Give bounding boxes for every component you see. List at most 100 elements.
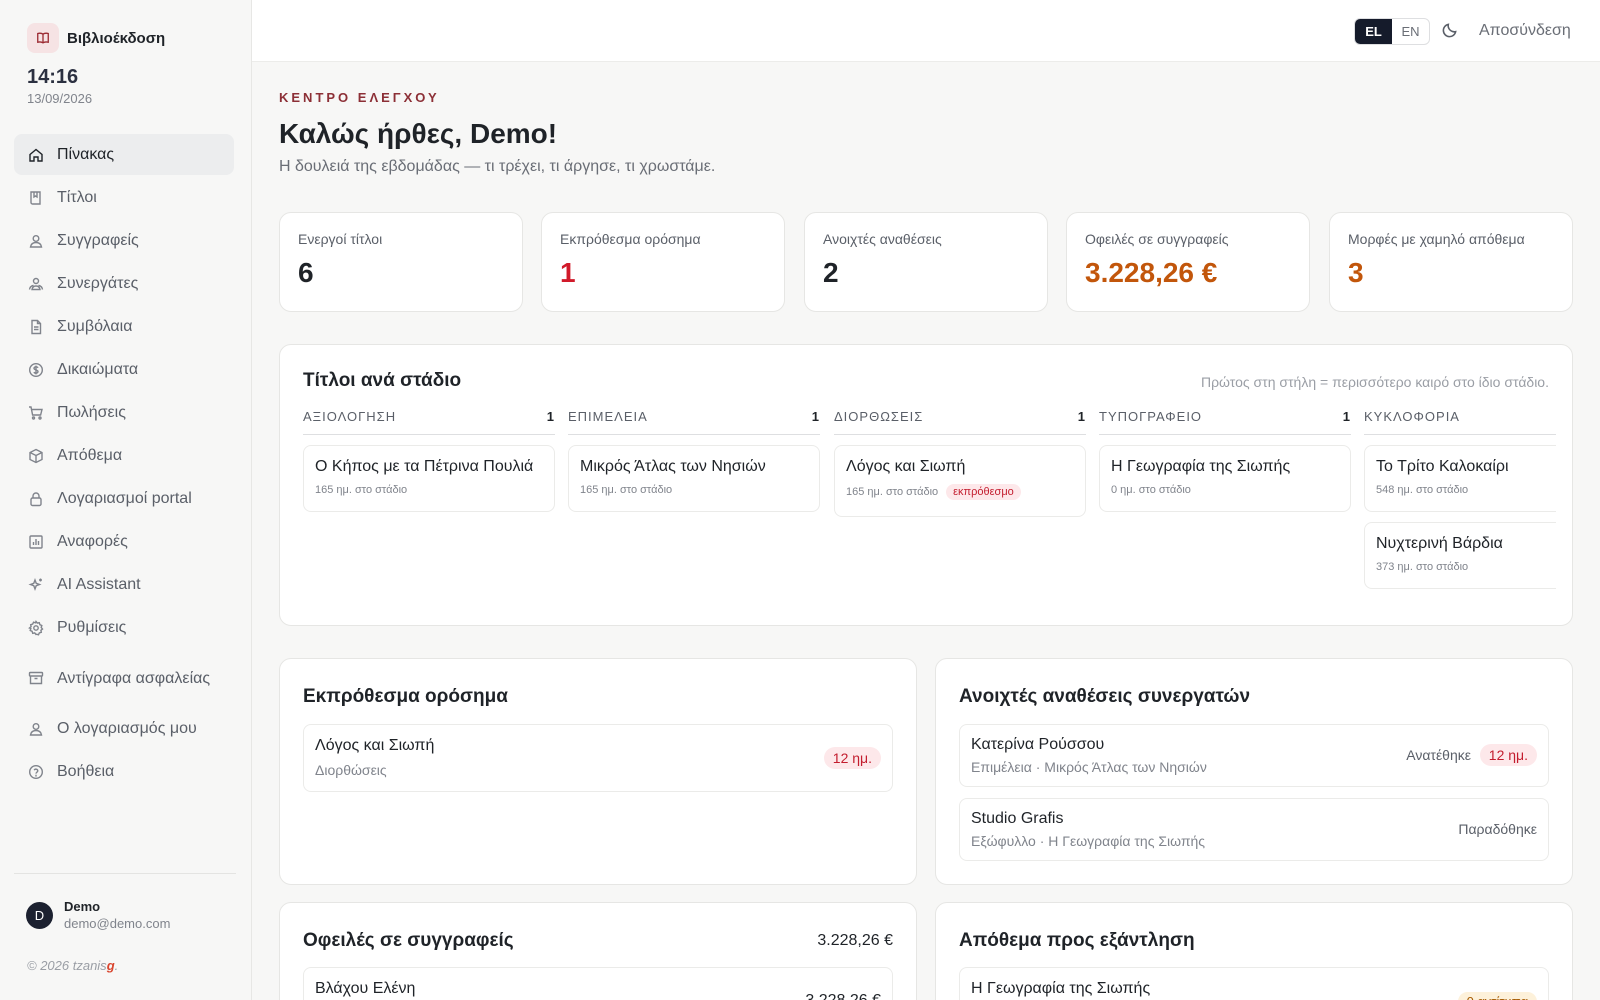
title-card-name: Λόγος και Σιωπή: [846, 458, 966, 475]
stat-label: Ανοιχτές αναθέσεις: [823, 231, 942, 247]
avatar: D: [26, 901, 53, 929]
column-header: ΔΙΟΡΘΩΣΕΙΣ 1: [834, 409, 1086, 435]
stock-row[interactable]: Η Γεωγραφία της Σιωπής 0 αντίτυπα: [959, 967, 1549, 1000]
lang-el-button[interactable]: EL: [1355, 19, 1392, 44]
help-icon: [28, 764, 44, 780]
sidebar-item-royalties[interactable]: Δικαιώματα: [14, 349, 234, 390]
open-assignments-card: Ανοιχτές αναθέσεις συνεργατών Κατερίνα Ρ…: [935, 658, 1573, 885]
title-card-meta: 165 ημ. στο στάδιο εκπρόθεσμο: [846, 484, 1074, 500]
assignment-row[interactable]: Κατερίνα Ρούσσου Επιμέλεια · Μικρός Άτλα…: [959, 724, 1549, 787]
card-title: Απόθεμα προς εξάντληση: [959, 930, 1195, 951]
column-count: 1: [1077, 409, 1086, 424]
stock-badge: 0 αντίτυπα: [1457, 992, 1537, 1000]
book-open-icon: [27, 23, 59, 53]
card-title: Οφειλές σε συγγραφείς: [303, 930, 514, 951]
sidebar-item-titles[interactable]: Τίτλοι: [14, 177, 234, 218]
stat-active-titles[interactable]: Ενεργοί τίτλοι 6: [279, 212, 523, 312]
language-switcher: EL EN: [1354, 18, 1430, 45]
sidebar-item-dashboard[interactable]: Πίνακας: [14, 134, 234, 175]
brand-name: Βιβλιοέκδοση: [67, 29, 166, 47]
assignment-status: Ανατέθηκε: [1406, 747, 1471, 763]
user-icon: [28, 721, 44, 737]
copyright-accent: g: [106, 958, 115, 973]
sidebar-item-help[interactable]: Βοήθεια: [14, 751, 234, 792]
gear-icon: [28, 619, 44, 636]
kanban-note: Πρώτος στη στήλη = περισσότερο καιρό στο…: [1200, 374, 1549, 390]
column-header: ΑΞΙΟΛΟΓΗΣΗ 1: [303, 409, 555, 435]
sidebar-nav: Πίνακας Τίτλοι Συγγραφείς Συνεργάτες Συμ…: [14, 134, 234, 794]
stat-value: 3: [1348, 257, 1364, 288]
kanban-column: ΕΠΙΜΕΛΕΙΑ 1 Μικρός Άτλας των Νησιών 165 η…: [568, 409, 820, 512]
stat-open-assignments[interactable]: Ανοιχτές αναθέσεις 2: [804, 212, 1048, 312]
stat-low-stock-formats[interactable]: Μορφές με χαμηλό απόθεμα 3: [1329, 212, 1573, 312]
title-card-name: Νυχτερινή Βάρδια: [1376, 535, 1503, 552]
title-card-meta: 0 ημ. στο στάδιο: [1111, 484, 1191, 496]
stat-label: Μορφές με χαμηλό απόθεμα: [1348, 231, 1525, 247]
card-title: Ανοιχτές αναθέσεις συνεργατών: [959, 686, 1251, 707]
debts-total: 3.228,26 €: [817, 932, 893, 949]
assignment-name: Κατερίνα Ρούσσου: [971, 736, 1105, 753]
sidebar-item-my-account[interactable]: Ο λογαριασμός μου: [14, 708, 234, 749]
sidebar-item-partners[interactable]: Συνεργάτες: [14, 263, 234, 304]
column-header: ΤΥΠΟΓΡΑΦΕΙΟ 1: [1099, 409, 1351, 435]
days-overdue-badge: 12 ημ.: [823, 747, 881, 769]
debt-amount: 3.228,26 €: [805, 992, 881, 1000]
stat-label: Ενεργοί τίτλοι: [298, 231, 383, 247]
milestone-title: Λόγος και Σιωπή: [315, 737, 435, 754]
column-count: 1: [546, 409, 555, 424]
kanban-column: ΚΥΚΛΟΦΟΡΙΑ2 Το Τρίτο Καλοκαίρι 548 ημ. σ…: [1364, 409, 1556, 589]
sidebar-item-label: Δικαιώματα: [57, 360, 139, 378]
sidebar-item-label: Αντίγραφα ασφαλείας: [57, 669, 211, 687]
assignment-row[interactable]: Studio Grafis Εξώφυλλο · Η Γεωγραφία της…: [959, 798, 1549, 861]
sidebar-item-label: Απόθεμα: [57, 446, 123, 464]
column-count: 1: [811, 409, 820, 424]
sidebar-divider: [14, 873, 236, 874]
sidebar-item-contracts[interactable]: Συμβόλαια: [14, 306, 234, 347]
sidebar-item-authors[interactable]: Συγγραφείς: [14, 220, 234, 261]
user-email: demo@demo.com: [64, 916, 171, 931]
stat-value: 6: [298, 257, 314, 288]
title-card-meta: 165 ημ. στο στάδιο: [580, 484, 673, 496]
sidebar-item-stock[interactable]: Απόθεμα: [14, 435, 234, 476]
milestone-row[interactable]: Λόγος και Σιωπή Διορθώσεις 12 ημ.: [303, 724, 893, 792]
logout-button[interactable]: Αποσύνδεση: [1479, 22, 1571, 40]
kanban-column: ΑΞΙΟΛΟΓΗΣΗ 1 Ο Κήπος με τα Πέτρινα Πουλιά…: [303, 409, 555, 512]
page-title: Καλώς ήρθες, Demo!: [279, 118, 558, 149]
title-card[interactable]: Νυχτερινή Βάρδια 373 ημ. στο στάδιο: [1364, 522, 1556, 589]
title-card[interactable]: Η Γεωγραφία της Σιωπής 0 ημ. στο στάδιο: [1099, 445, 1351, 512]
sidebar-item-settings[interactable]: Ρυθμίσεις: [14, 607, 234, 648]
stat-value: 3.228,26 €: [1085, 257, 1218, 288]
book-icon: [28, 190, 44, 206]
title-card[interactable]: Ο Κήπος με τα Πέτρινα Πουλιά 165 ημ. στο…: [303, 445, 555, 512]
sidebar-item-label: Ρυθμίσεις: [57, 618, 127, 636]
sidebar-item-portal-accounts[interactable]: Λογαριασμοί portal: [14, 478, 234, 519]
moon-icon[interactable]: [1441, 21, 1459, 44]
brand[interactable]: Βιβλιοέκδοση: [27, 23, 165, 53]
kanban-column: ΔΙΟΡΘΩΣΕΙΣ 1 Λόγος και Σιωπή 165 ημ. στο …: [834, 409, 1086, 517]
sidebar-item-ai-assistant[interactable]: AI Assistant: [14, 564, 234, 605]
sidebar-item-label: Αναφορές: [57, 532, 128, 550]
page-eyebrow: ΚΕΝΤΡΟ ΕΛΕΓΧΟΥ: [279, 90, 440, 105]
lock-icon: [28, 491, 44, 507]
title-card[interactable]: Λόγος και Σιωπή 165 ημ. στο στάδιο εκπρόθ…: [834, 445, 1086, 517]
copyright: © 2026 tzanisg.: [27, 958, 119, 973]
title-card[interactable]: Μικρός Άτλας των Νησιών 165 ημ. στο στάδ…: [568, 445, 820, 512]
sidebar-item-label: Πίνακας: [57, 145, 115, 163]
stat-author-debts[interactable]: Οφειλές σε συγγραφείς 3.228,26 €: [1066, 212, 1310, 312]
cart-icon: [28, 405, 44, 421]
stat-overdue-milestones[interactable]: Εκπρόθεσμα ορόσημα 1: [541, 212, 785, 312]
stat-label: Οφειλές σε συγγραφείς: [1085, 231, 1229, 247]
author-debts-card: Οφειλές σε συγγραφείς 3.228,26 € Βλάχου …: [279, 902, 917, 1000]
sidebar-item-backups[interactable]: Αντίγραφα ασφαλείας: [14, 650, 234, 706]
sidebar-item-reports[interactable]: Αναφορές: [14, 521, 234, 562]
stat-value: 1: [560, 257, 576, 288]
home-icon: [28, 147, 44, 163]
user-profile[interactable]: D Demo demo@demo.com: [26, 899, 170, 931]
user-icon: [28, 233, 44, 249]
title-card-meta: 165 ημ. στο στάδιο: [315, 484, 408, 496]
sidebar-item-sales[interactable]: Πωλήσεις: [14, 392, 234, 433]
column-header: ΚΥΚΛΟΦΟΡΙΑ2: [1364, 409, 1556, 435]
debt-row[interactable]: Βλάχου Ελένη 3.228,26 €: [303, 967, 893, 1000]
lang-en-button[interactable]: EN: [1392, 19, 1429, 44]
title-card[interactable]: Το Τρίτο Καλοκαίρι 548 ημ. στο στάδιο: [1364, 445, 1556, 512]
